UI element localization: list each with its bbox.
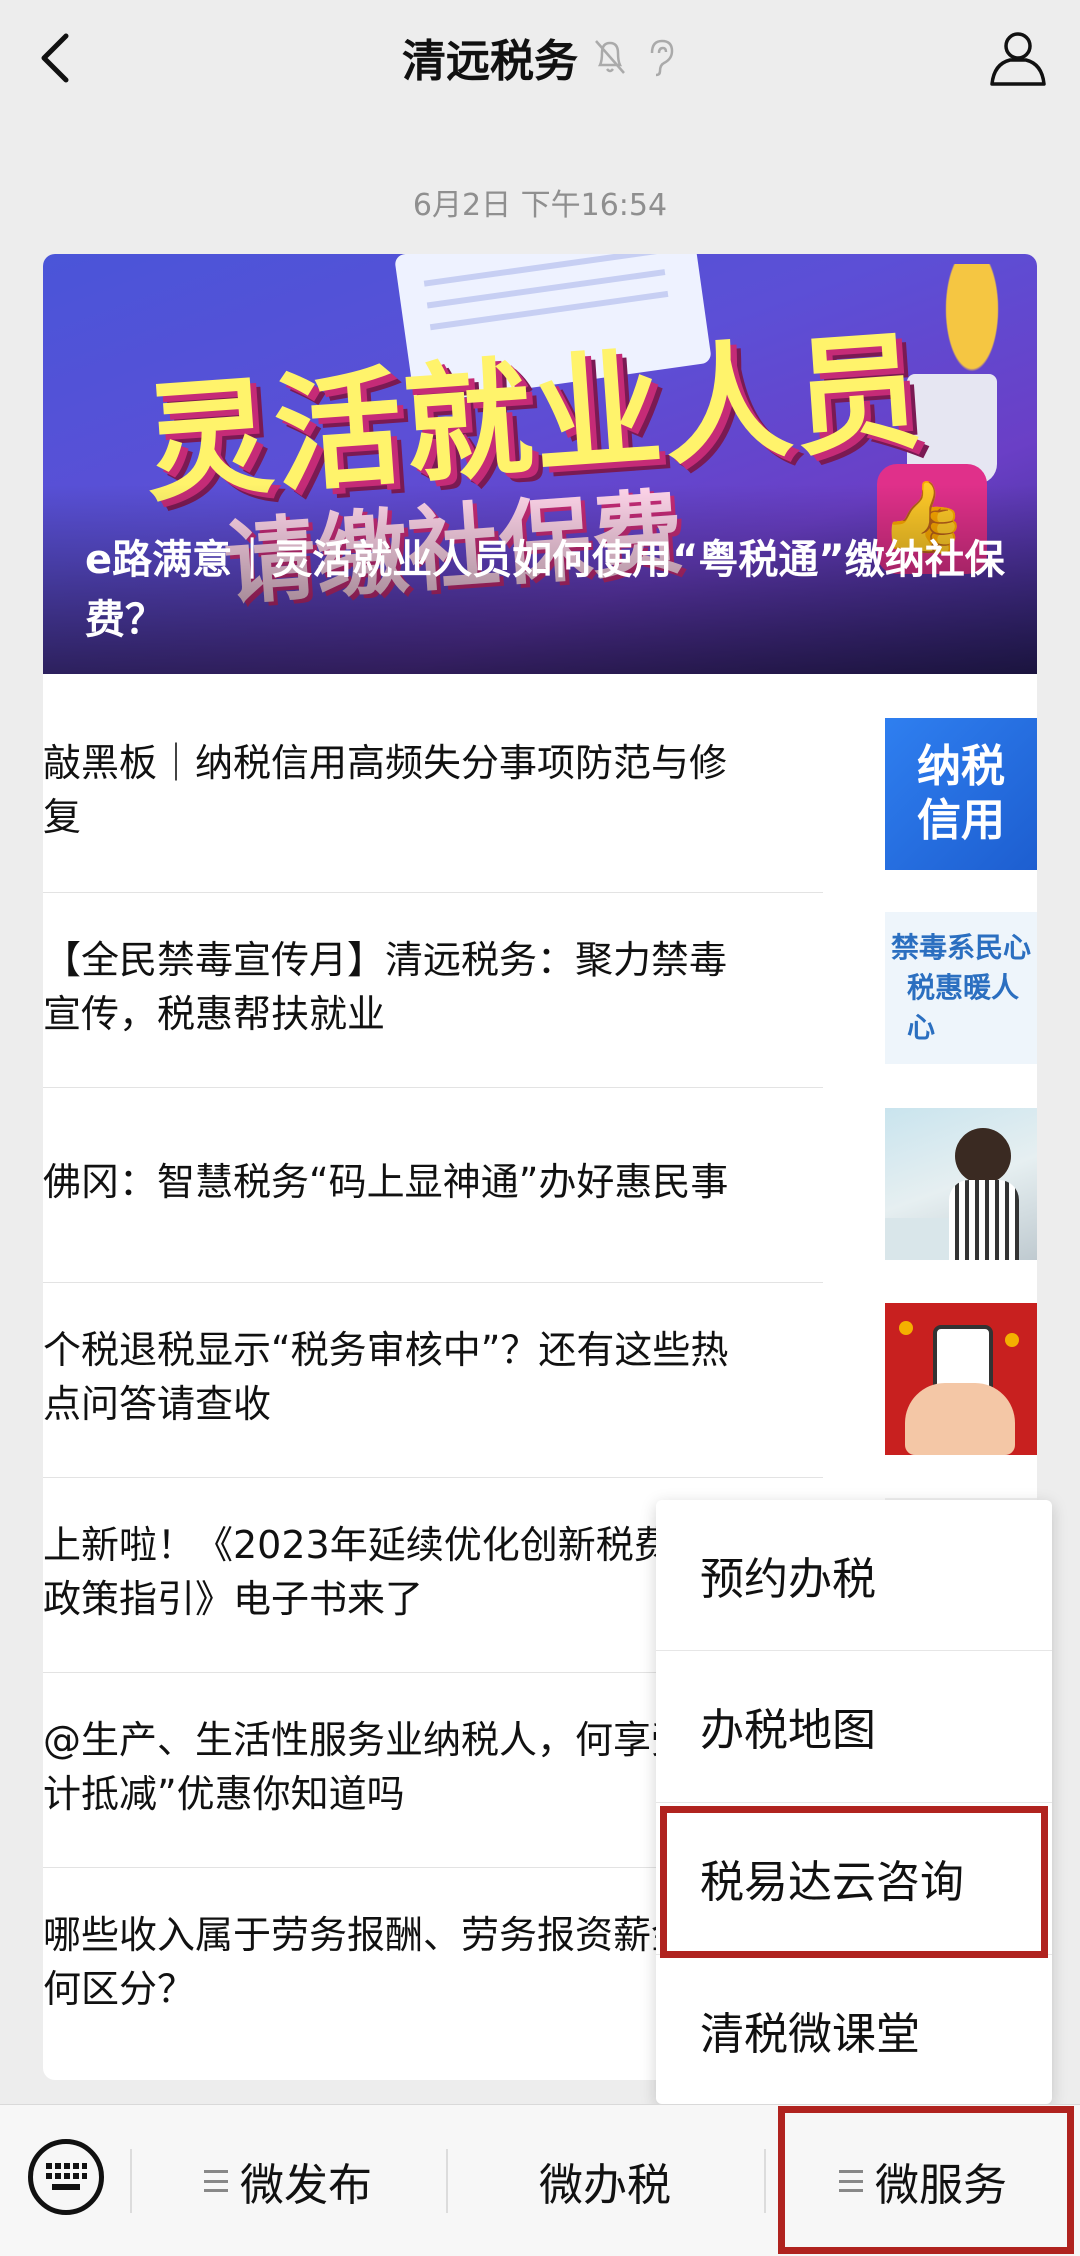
message-timestamp: 6月2日 下午16:54 — [412, 188, 668, 223]
menu-highlight-frame — [660, 1806, 1048, 1958]
chat-header: 清远税务 — [0, 0, 1080, 120]
page-title: 清远税务 — [402, 36, 578, 87]
tab-publish[interactable]: 微发布 — [132, 2105, 444, 2256]
divider — [43, 892, 823, 893]
earpiece-icon — [650, 39, 674, 77]
article-thumbnail — [885, 1303, 1037, 1455]
list-item[interactable]: 【全民禁毒宣传月】清远税务：聚力禁毒宣传，税惠帮扶就业 — [43, 907, 823, 1067]
title-group: 清远税务 — [0, 24, 1080, 90]
service-popup-menu: 预约办税 办税地图 税易达云咨询 清税微课堂 — [656, 1500, 1052, 2104]
divider — [43, 1477, 823, 1478]
article-thumbnail — [885, 1108, 1037, 1260]
featured-article-title: e路满意｜灵活就业人员如何使用“粤税通”缴纳社保费？ — [85, 537, 1005, 643]
article-title: 敲黑板｜纳税信用高频失分事项防范与修复 — [43, 741, 728, 839]
list-item[interactable]: 敲黑板｜纳税信用高频失分事项防范与修复 — [43, 710, 823, 870]
divider — [43, 1282, 823, 1283]
tab-tax-handling[interactable]: 微办税 — [448, 2105, 762, 2256]
menu-item-tax-class[interactable]: 清税微课堂 — [656, 1955, 1052, 2105]
keyboard-toggle-button[interactable] — [28, 2139, 104, 2215]
article-title: 上新啦！《2023年延续优化创新税费优惠政策指引》电子书来了 — [43, 1523, 748, 1621]
article-title: 个税退税显示“税务审核中”？还有这些热点问答请查收 — [43, 1328, 729, 1426]
article-title: 【全民禁毒宣传月】清远税务：聚力禁毒宣传，税惠帮扶就业 — [43, 938, 728, 1036]
tab-highlight-frame — [778, 2106, 1074, 2254]
menu-item-tax-map[interactable]: 办税地图 — [656, 1651, 1052, 1801]
featured-article[interactable]: 👍 灵活就业人员 请缴社保费 e路满意｜灵活就业人员如何使用“粤税通”缴纳社保费… — [43, 254, 1037, 674]
profile-icon[interactable] — [986, 26, 1050, 90]
submenu-icon — [204, 2170, 228, 2192]
article-title: 哪些收入属于劳务报酬、劳务报资薪金如何区分？ — [43, 1913, 728, 2011]
article-title: @生产、生活性服务业纳税人，何享受“加计抵减”优惠你知道吗 — [43, 1718, 747, 1816]
article-thumbnail: 纳税 信用 — [885, 718, 1037, 870]
list-item[interactable]: 个税退税显示“税务审核中”？还有这些热点问答请查收 — [43, 1297, 823, 1457]
menu-item-appointment[interactable]: 预约办税 — [656, 1500, 1052, 1650]
keyboard-icon — [46, 2163, 87, 2190]
article-thumbnail: 禁毒系民心 税惠暖人心 — [885, 912, 1037, 1064]
list-item[interactable]: 佛冈：智慧税务“码上显神通”办好惠民事 — [43, 1102, 823, 1262]
mute-bell-icon — [595, 40, 625, 74]
divider — [43, 1087, 823, 1088]
article-title: 佛冈：智慧税务“码上显神通”办好惠民事 — [43, 1160, 729, 1204]
